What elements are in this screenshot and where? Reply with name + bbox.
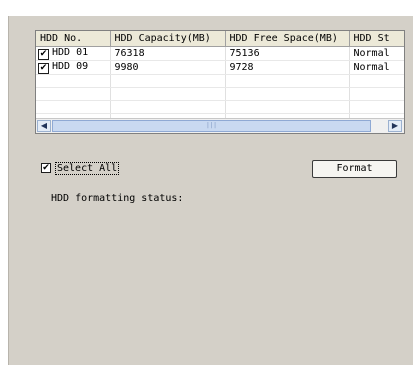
hdd-number: HDD 09: [52, 61, 89, 72]
formatting-status-label: HDD formatting status:: [51, 193, 184, 204]
table-row[interactable]: ✔ HDD 09 9980 9728 Normal: [36, 60, 404, 75]
hdd-list-grid: HDD No. HDD Capacity(MB) HDD Free Space(…: [35, 30, 405, 134]
chevron-right-icon: ▶: [391, 121, 399, 130]
empty-row: [36, 74, 404, 88]
select-all-checkbox[interactable]: ✔ Select All: [41, 161, 120, 175]
empty-row: [36, 100, 404, 114]
scroll-left-button[interactable]: ◀: [37, 120, 51, 132]
column-header-free-space[interactable]: HDD Free Space(MB): [225, 31, 350, 47]
check-icon: ✔: [39, 49, 48, 59]
table-header-row: HDD No. HDD Capacity(MB) HDD Free Space(…: [36, 31, 404, 47]
check-icon: ✔: [42, 163, 50, 173]
column-header-hdd-no[interactable]: HDD No.: [36, 31, 111, 47]
horizontal-scrollbar[interactable]: ◀ ||| ▶: [36, 118, 404, 133]
hdd-number: HDD 01: [52, 47, 89, 58]
check-icon: ✔: [39, 63, 48, 73]
column-header-capacity[interactable]: HDD Capacity(MB): [110, 31, 226, 47]
row-checkbox[interactable]: ✔: [38, 63, 49, 74]
hdd-management-panel: HDD No. HDD Capacity(MB) HDD Free Space(…: [8, 16, 413, 365]
chevron-left-icon: ◀: [40, 121, 48, 130]
empty-row: [36, 87, 404, 101]
hdd-free-space: 75136: [225, 46, 350, 61]
scrollbar-thumb[interactable]: |||: [52, 120, 371, 132]
table-row[interactable]: ✔ HDD 01 76318 75136 Normal: [36, 46, 404, 61]
select-all-label[interactable]: Select All: [55, 161, 120, 175]
hdd-capacity: 76318: [110, 46, 226, 61]
hdd-status: Normal: [349, 46, 404, 61]
column-header-status[interactable]: HDD St: [349, 31, 404, 47]
select-all-box[interactable]: ✔: [41, 163, 51, 173]
row-checkbox[interactable]: ✔: [38, 49, 49, 60]
scroll-right-button[interactable]: ▶: [388, 120, 402, 132]
hdd-capacity: 9980: [110, 60, 226, 75]
format-button[interactable]: Format: [312, 160, 397, 178]
hdd-table: HDD No. HDD Capacity(MB) HDD Free Space(…: [36, 31, 404, 127]
hdd-free-space: 9728: [225, 60, 350, 75]
hdd-status: Normal: [349, 60, 404, 75]
